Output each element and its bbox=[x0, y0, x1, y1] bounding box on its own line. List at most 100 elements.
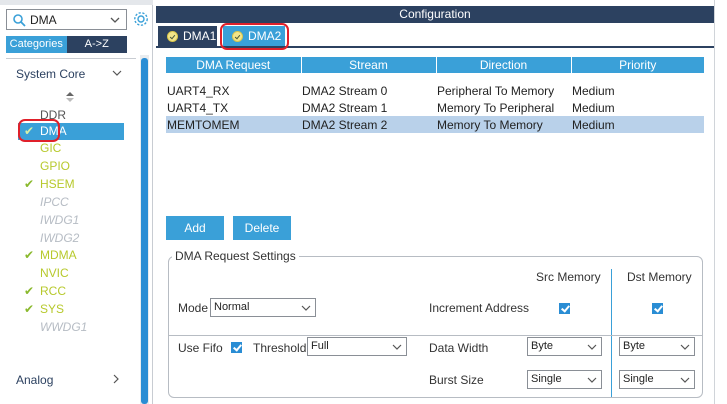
dst-memory-header: Dst Memory bbox=[627, 270, 692, 284]
table-row[interactable]: MEMTOMEM DMA2 Stream 2 Memory To Memory … bbox=[166, 116, 704, 133]
tab-dma1[interactable]: DMA1 bbox=[158, 26, 217, 46]
table-header-row: DMA Request Stream Direction Priority bbox=[166, 57, 704, 73]
table-row[interactable]: UART4_RX DMA2 Stream 0 Peripheral To Mem… bbox=[166, 82, 704, 99]
chevron-down-icon bbox=[680, 377, 690, 383]
table-cell: DMA2 Stream 0 bbox=[302, 83, 388, 98]
sidebar-item-label: IWDG2 bbox=[40, 231, 80, 245]
mode-label: Mode bbox=[178, 301, 209, 315]
delete-button[interactable]: Delete bbox=[233, 216, 291, 240]
dst-data-width-select[interactable]: Byte bbox=[619, 337, 695, 356]
check-icon: ✔ bbox=[24, 302, 35, 316]
sidebar-item-rcc[interactable]: ✔ RCC bbox=[18, 283, 124, 300]
src-increment-checkbox[interactable] bbox=[559, 303, 570, 314]
sidebar-item-label: MDMA bbox=[40, 248, 77, 262]
chevron-down-icon bbox=[301, 305, 311, 311]
check-icon: ✔ bbox=[24, 177, 35, 191]
sidebar-item-gic[interactable]: GIC bbox=[18, 140, 124, 157]
sidebar-item-mdma[interactable]: ✔ MDMA bbox=[18, 247, 124, 264]
column-header[interactable]: Direction bbox=[436, 57, 572, 73]
select-value: Byte bbox=[531, 340, 554, 352]
select-value: Single bbox=[623, 373, 654, 385]
table-cell: MEMTOMEM bbox=[166, 116, 301, 133]
burst-size-label: Burst Size bbox=[429, 373, 484, 387]
table-cell: Peripheral To Memory bbox=[437, 83, 555, 98]
left-panel-top-edge bbox=[0, 0, 153, 5]
chevron-down-icon[interactable] bbox=[111, 68, 123, 78]
add-button[interactable]: Add bbox=[166, 216, 224, 240]
table-cell: UART4_RX bbox=[167, 83, 230, 98]
sidebar-item-nvic[interactable]: NVIC bbox=[18, 265, 124, 282]
highlight-callout bbox=[18, 119, 60, 142]
data-width-label: Data Width bbox=[429, 341, 489, 355]
section-analog[interactable]: Analog bbox=[16, 373, 53, 387]
use-fifo-checkbox[interactable] bbox=[231, 342, 242, 353]
table-cell: Medium bbox=[572, 83, 615, 98]
chevron-right-icon[interactable] bbox=[111, 373, 121, 385]
threshold-label: Threshold bbox=[253, 341, 307, 355]
sidebar-item-iwdg1[interactable]: IWDG1 bbox=[18, 212, 124, 229]
sidebar-item-label: IWDG1 bbox=[40, 213, 80, 227]
tab-categories[interactable]: Categories bbox=[6, 36, 67, 53]
sidebar-item-label: IPCC bbox=[40, 195, 69, 209]
select-value: Full bbox=[311, 340, 329, 352]
sidebar-item-label: HSEM bbox=[40, 177, 75, 191]
dst-increment-checkbox[interactable] bbox=[652, 303, 663, 314]
dst-burst-select[interactable]: Single bbox=[619, 370, 695, 389]
gear-icon[interactable] bbox=[133, 11, 149, 27]
threshold-select[interactable]: Full bbox=[307, 337, 407, 356]
window-edge bbox=[714, 0, 727, 404]
table-cell: Memory To Peripheral bbox=[437, 100, 555, 115]
table-cell: Memory To Memory bbox=[436, 116, 571, 133]
left-panel: Categories A->Z System Core DDR ✔ DMA GI… bbox=[0, 0, 153, 404]
table-cell: Medium bbox=[572, 100, 615, 115]
sidebar-item-iwdg2[interactable]: IWDG2 bbox=[18, 230, 124, 247]
column-header[interactable]: Stream bbox=[301, 57, 437, 73]
table-spacer bbox=[166, 73, 704, 82]
sidebar-item-wwdg1[interactable]: WWDG1 bbox=[18, 319, 124, 336]
mode-select[interactable]: Normal bbox=[210, 298, 316, 317]
table-row[interactable]: UART4_TX DMA2 Stream 1 Memory To Periphe… bbox=[166, 99, 704, 116]
sidebar-item-label: WWDG1 bbox=[40, 320, 88, 334]
check-icon: ✔ bbox=[24, 284, 35, 298]
sidebar-item-label: GPIO bbox=[40, 159, 71, 173]
highlight-callout bbox=[220, 23, 289, 50]
check-icon bbox=[167, 31, 178, 42]
settings-legend: DMA Request Settings bbox=[172, 249, 299, 263]
tab-label: DMA1 bbox=[183, 29, 217, 43]
category-tabs: Categories A->Z bbox=[6, 36, 127, 53]
search-icon bbox=[13, 14, 26, 27]
src-data-width-select[interactable]: Byte bbox=[527, 337, 602, 356]
chevron-down-icon[interactable] bbox=[108, 13, 122, 27]
tab-a-to-z[interactable]: A->Z bbox=[66, 36, 127, 53]
chevron-down-icon bbox=[392, 344, 402, 350]
column-header[interactable]: Priority bbox=[571, 57, 704, 73]
panel-title: Configuration bbox=[156, 6, 714, 23]
sidebar-item-hsem[interactable]: ✔ HSEM bbox=[18, 176, 124, 193]
table-cell: DMA2 Stream 2 bbox=[301, 116, 436, 133]
select-value: Single bbox=[531, 373, 562, 385]
configuration-panel: Configuration DMA1 DMA2 DMA Request Stre… bbox=[156, 6, 714, 404]
sidebar-item-ipcc[interactable]: IPCC bbox=[18, 194, 124, 211]
increment-address-label: Increment Address bbox=[429, 301, 530, 315]
src-memory-header: Src Memory bbox=[536, 270, 601, 284]
scrollbar-thumb[interactable] bbox=[141, 58, 148, 404]
use-fifo-label: Use Fifo bbox=[178, 341, 223, 355]
table-cell: DMA2 Stream 1 bbox=[302, 100, 388, 115]
sidebar-item-label: NVIC bbox=[40, 266, 69, 280]
sidebar-item-label: SYS bbox=[40, 302, 65, 316]
section-system-core[interactable]: System Core bbox=[16, 67, 85, 81]
column-divider bbox=[611, 269, 612, 397]
chevron-down-icon bbox=[587, 377, 597, 383]
sidebar-item-label: GIC bbox=[40, 141, 62, 155]
chevron-down-icon bbox=[587, 344, 597, 350]
sort-icon[interactable] bbox=[66, 92, 74, 102]
sidebar-item-gpio[interactable]: GPIO bbox=[18, 158, 124, 175]
search-box[interactable] bbox=[6, 9, 127, 30]
row-divider bbox=[169, 335, 702, 336]
src-burst-select[interactable]: Single bbox=[527, 370, 602, 389]
sidebar-item-sys[interactable]: ✔ SYS bbox=[18, 301, 124, 318]
search-input[interactable] bbox=[30, 12, 102, 27]
column-header[interactable]: DMA Request bbox=[166, 57, 302, 73]
chevron-down-icon bbox=[680, 344, 690, 350]
dma-request-table: DMA Request Stream Direction Priority UA… bbox=[166, 57, 704, 133]
